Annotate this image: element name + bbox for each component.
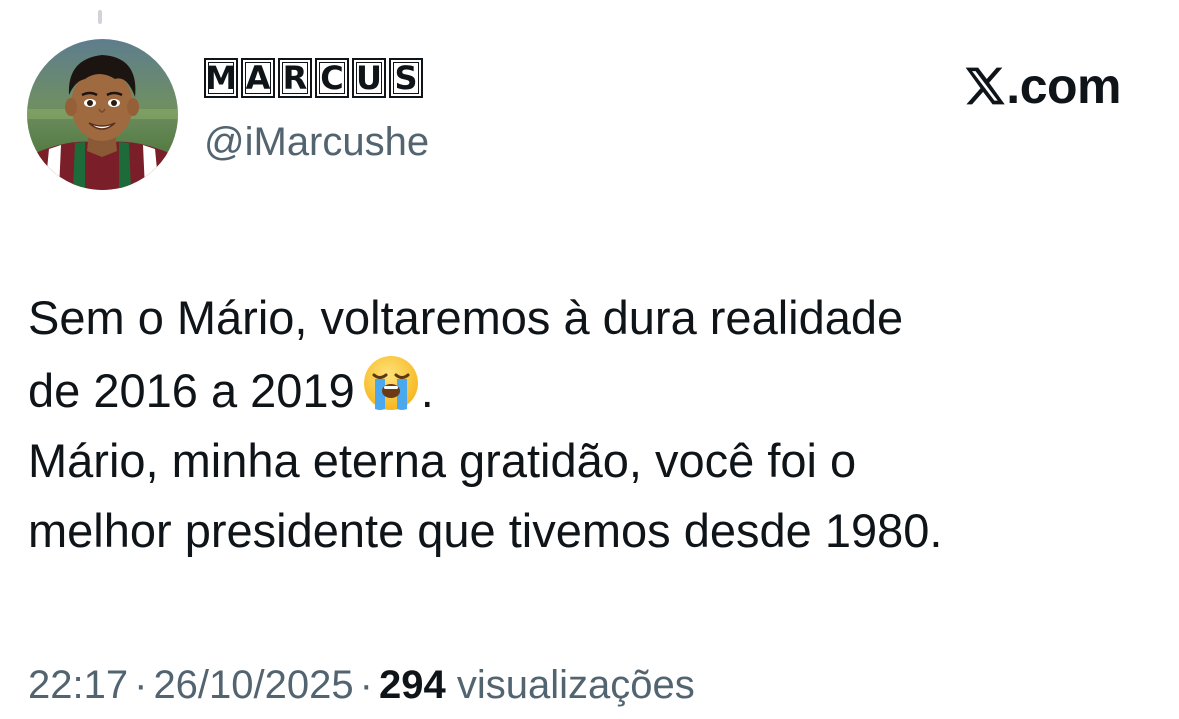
site-domain-text: .com (1006, 58, 1121, 114)
site-label: .com (962, 61, 1121, 111)
tweet-meta: 22:17 · 26/10/2025 · 294 visualizações (28, 661, 695, 709)
tweet-line: de 2016 a 2019 . (28, 353, 1158, 426)
separator-dot: · (359, 663, 373, 707)
tweet-text: Sem o Mário, voltaremos à dura realidade… (28, 283, 1158, 566)
display-name[interactable]: M A R C U S (204, 58, 423, 102)
status-indicator (98, 10, 102, 24)
views-label[interactable]: visualizações (457, 663, 695, 707)
tweet-line-end: . (420, 364, 434, 417)
display-name-letter: A (241, 58, 275, 98)
user-handle[interactable]: @iMarcushe (204, 122, 429, 162)
display-name-letter: C (315, 58, 349, 98)
tweet-line-text: de 2016 a 2019 (28, 364, 355, 417)
loudly-crying-face-icon (361, 353, 421, 413)
tweet-line: Sem o Mário, voltaremos à dura realidade (28, 291, 904, 344)
tweet-date[interactable]: 26/10/2025 (153, 663, 353, 707)
display-name-letter: R (278, 58, 312, 98)
display-name-letter: S (389, 58, 423, 98)
tweet-line: Mário, minha eterna gratidão, você foi o (28, 434, 857, 487)
x-logo-icon (962, 64, 1006, 108)
tweet-line: melhor presidente que tivemos desde 1980… (28, 504, 943, 557)
avatar[interactable] (27, 39, 178, 190)
tweet-time[interactable]: 22:17 (28, 663, 128, 707)
display-name-letter: M (204, 58, 238, 98)
display-name-letter: U (352, 58, 386, 98)
views-count[interactable]: 294 (379, 663, 446, 707)
separator-dot: · (134, 663, 148, 707)
